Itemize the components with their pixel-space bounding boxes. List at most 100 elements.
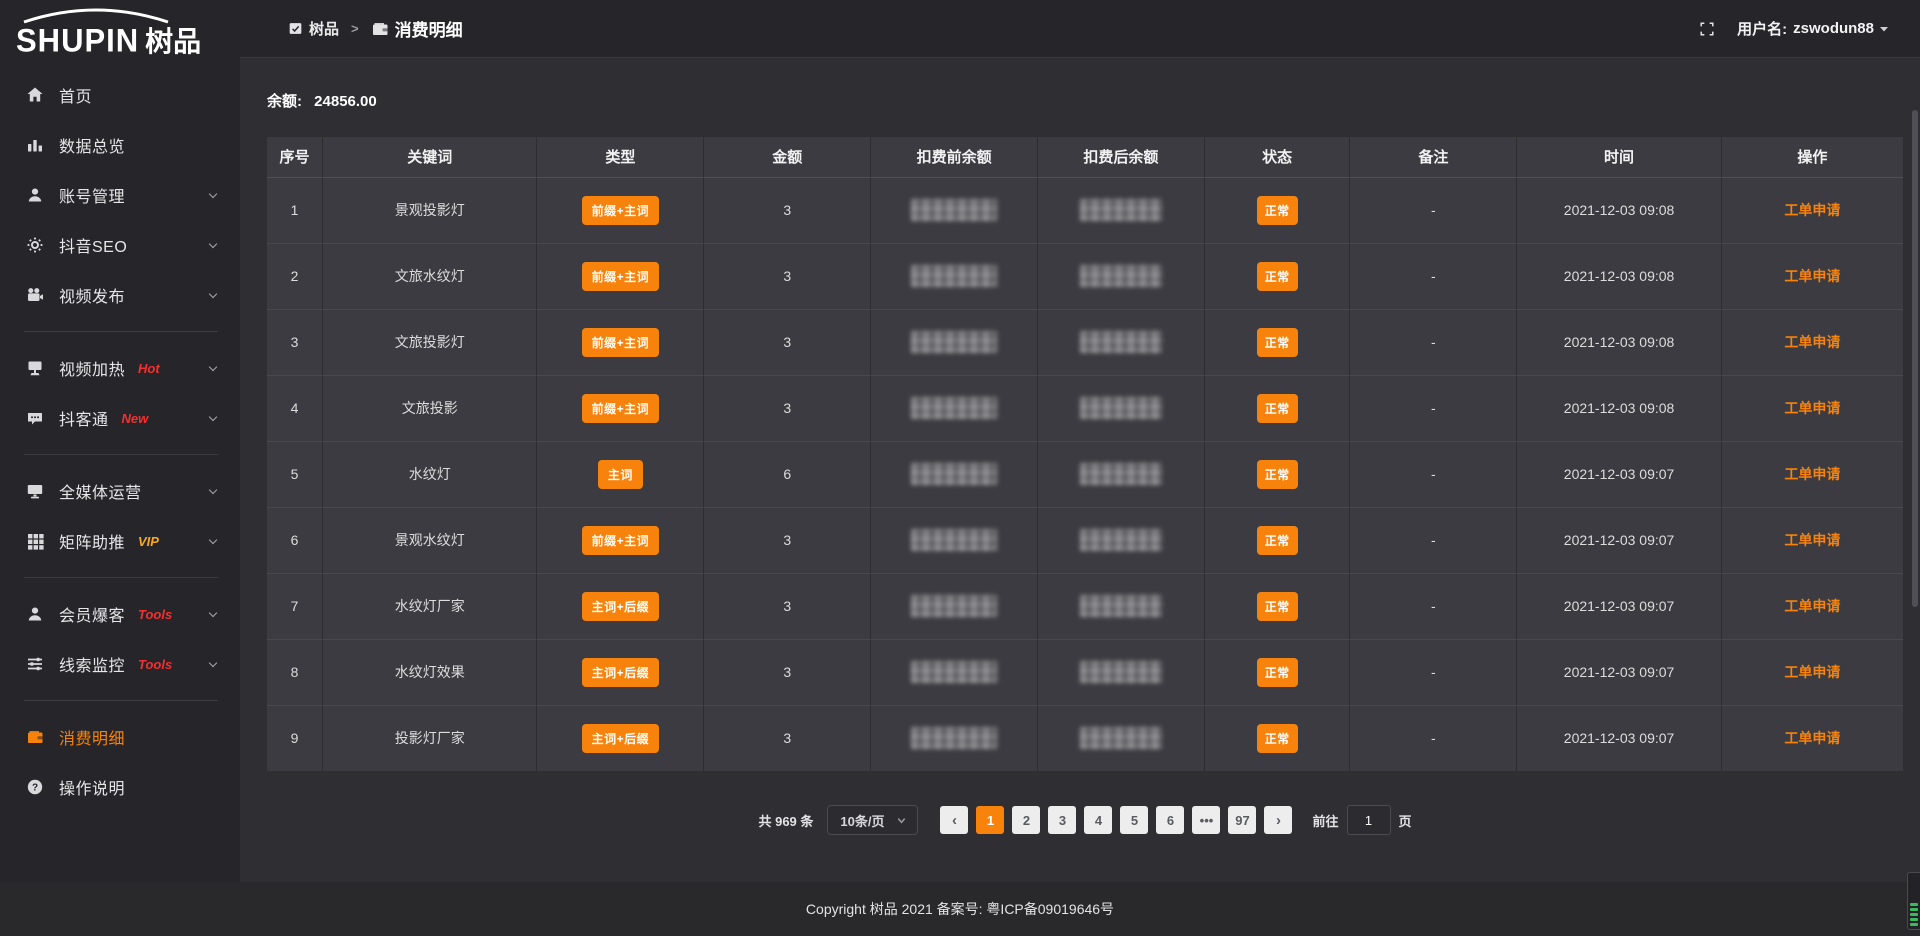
menu-divider — [24, 700, 218, 701]
index-cell: 9 — [267, 705, 323, 771]
menu-divider — [24, 577, 218, 578]
page-button-6[interactable]: 6 — [1156, 806, 1184, 834]
balance-before-redacted — [911, 331, 997, 353]
user-icon — [24, 186, 46, 204]
status-badge: 正常 — [1257, 262, 1298, 291]
column-header: 时间 — [1517, 137, 1722, 177]
table-row: 3文旅投影灯前缀+主词3正常-2021-12-03 09:08工单申请 — [267, 309, 1903, 375]
footer: Copyright 树品 2021 备案号: 粤ICP备09019646号 — [0, 882, 1920, 936]
ticket-apply-link[interactable]: 工单申请 — [1784, 730, 1840, 746]
status-badge: 正常 — [1257, 196, 1298, 225]
sidebar-item-matrix-boost[interactable]: 矩阵助推VIP — [0, 516, 240, 566]
page-button-4[interactable]: 4 — [1084, 806, 1112, 834]
topbar: 树品 > 消费明细 用户名: zswodun88 — [240, 0, 1920, 58]
amount-cell: 6 — [704, 441, 871, 507]
type-badge: 前缀+主词 — [582, 262, 660, 291]
page-button-3[interactable]: 3 — [1048, 806, 1076, 834]
chart-icon — [24, 136, 46, 154]
prev-page-button[interactable]: ‹ — [940, 806, 968, 834]
ticket-apply-link[interactable]: 工单申请 — [1784, 532, 1840, 548]
column-header: 备注 — [1350, 137, 1517, 177]
goto-suffix: 页 — [1399, 811, 1412, 830]
ticket-apply-link[interactable]: 工单申请 — [1784, 202, 1840, 218]
sidebar-item-douyin-seo[interactable]: 抖音SEO — [0, 220, 240, 270]
sidebar-item-label: 操作说明 — [59, 775, 125, 799]
sidebar-item-account-manage[interactable]: 账号管理 — [0, 170, 240, 220]
chevron-down-icon — [209, 240, 217, 248]
sidebar-item-home[interactable]: 首页 — [0, 70, 240, 120]
status-badge: 正常 — [1257, 394, 1298, 423]
sidebar-item-media-operation[interactable]: 全媒体运营 — [0, 466, 240, 516]
amount-cell: 3 — [704, 375, 871, 441]
time-cell: 2021-12-03 09:08 — [1517, 177, 1722, 243]
video-icon — [24, 286, 46, 304]
sidebar-item-clue-monitor[interactable]: 线索监控Tools — [0, 639, 240, 689]
ticket-apply-link[interactable]: 工单申请 — [1784, 664, 1840, 680]
sidebar-item-video-publish[interactable]: 视频发布 — [0, 270, 240, 320]
heat-icon — [24, 359, 46, 377]
copyright-text: Copyright 树品 2021 备案号: 粤ICP备09019646号 — [806, 899, 1114, 919]
ticket-apply-link[interactable]: 工单申请 — [1784, 334, 1840, 350]
page-button-5[interactable]: 5 — [1120, 806, 1148, 834]
keyword-cell: 文旅水纹灯 — [323, 243, 537, 309]
balance-after-redacted — [1080, 265, 1162, 287]
caret-down-icon[interactable] — [1878, 23, 1890, 35]
more-pages-button[interactable]: ••• — [1192, 806, 1220, 834]
goto-page-input[interactable] — [1347, 805, 1391, 835]
sidebar-item-consumption-detail[interactable]: 消费明细 — [0, 712, 240, 762]
sidebar: SHUPIN 树品 首页数据总览账号管理抖音SEO视频发布视频加热Hot抖客通N… — [0, 0, 240, 936]
pagination: 共 969 条 10条/页 ‹ 123456•••97 › 前往 页 — [267, 805, 1903, 835]
sidebar-item-member-burst[interactable]: 会员爆客Tools — [0, 589, 240, 639]
next-page-button[interactable]: › — [1264, 806, 1292, 834]
username[interactable]: zswodun88 — [1793, 20, 1874, 37]
table-header-row: 序号关键词类型金额扣费前余额扣费后余额状态备注时间操作 — [267, 137, 1903, 177]
keyword-cell: 投影灯厂家 — [323, 705, 537, 771]
breadcrumb-separator: > — [351, 21, 359, 36]
chevron-down-icon — [209, 363, 217, 371]
sidebar-item-operation-guide[interactable]: ? 操作说明 — [0, 762, 240, 812]
floating-widget[interactable] — [1907, 872, 1920, 930]
remark-cell: - — [1350, 375, 1517, 441]
page-button-1[interactable]: 1 — [976, 806, 1004, 834]
time-cell: 2021-12-03 09:07 — [1517, 573, 1722, 639]
chevron-down-icon — [209, 486, 217, 494]
column-header: 关键词 — [323, 137, 537, 177]
balance-value: 24856.00 — [314, 93, 377, 110]
page-size-select[interactable]: 10条/页 — [827, 805, 918, 835]
keyword-cell: 文旅投影 — [323, 375, 537, 441]
breadcrumb-root[interactable]: 树品 — [309, 18, 339, 39]
sidebar-item-data-overview[interactable]: 数据总览 — [0, 120, 240, 170]
page-button-2[interactable]: 2 — [1012, 806, 1040, 834]
monitor-icon — [24, 482, 46, 500]
menu-divider — [24, 454, 218, 455]
ticket-apply-link[interactable]: 工单申请 — [1784, 598, 1840, 614]
column-header: 操作 — [1721, 137, 1903, 177]
sidebar-item-label: 视频发布 — [59, 283, 125, 307]
ticket-apply-link[interactable]: 工单申请 — [1784, 268, 1840, 284]
remark-cell: - — [1350, 177, 1517, 243]
time-cell: 2021-12-03 09:07 — [1517, 639, 1722, 705]
ticket-apply-link[interactable]: 工单申请 — [1784, 400, 1840, 416]
sidebar-item-douketong[interactable]: 抖客通New — [0, 393, 240, 443]
ticket-apply-link[interactable]: 工单申请 — [1784, 466, 1840, 482]
balance-before-redacted — [911, 727, 997, 749]
logo-text-cn: 树品 — [145, 20, 201, 60]
balance-after-redacted — [1080, 463, 1162, 485]
app-icon — [288, 21, 303, 36]
amount-cell: 3 — [704, 705, 871, 771]
filter-icon — [24, 655, 46, 673]
table-row: 6景观水纹灯前缀+主词3正常-2021-12-03 09:07工单申请 — [267, 507, 1903, 573]
scrollbar-thumb[interactable] — [1912, 110, 1918, 607]
breadcrumb-current: 消费明细 — [395, 16, 463, 41]
grid-icon — [24, 532, 46, 550]
sidebar-item-label: 矩阵助推 — [59, 529, 125, 553]
sidebar-item-video-heat[interactable]: 视频加热Hot — [0, 343, 240, 393]
consumption-table: 序号关键词类型金额扣费前余额扣费后余额状态备注时间操作 1景观投影灯前缀+主词3… — [267, 137, 1903, 771]
balance-after-redacted — [1080, 595, 1162, 617]
fullscreen-icon[interactable] — [1699, 21, 1715, 37]
sidebar-item-label: 线索监控 — [59, 652, 125, 676]
question-icon: ? — [24, 778, 46, 796]
page-button-97[interactable]: 97 — [1228, 806, 1256, 834]
index-cell: 8 — [267, 639, 323, 705]
remark-cell: - — [1350, 639, 1517, 705]
